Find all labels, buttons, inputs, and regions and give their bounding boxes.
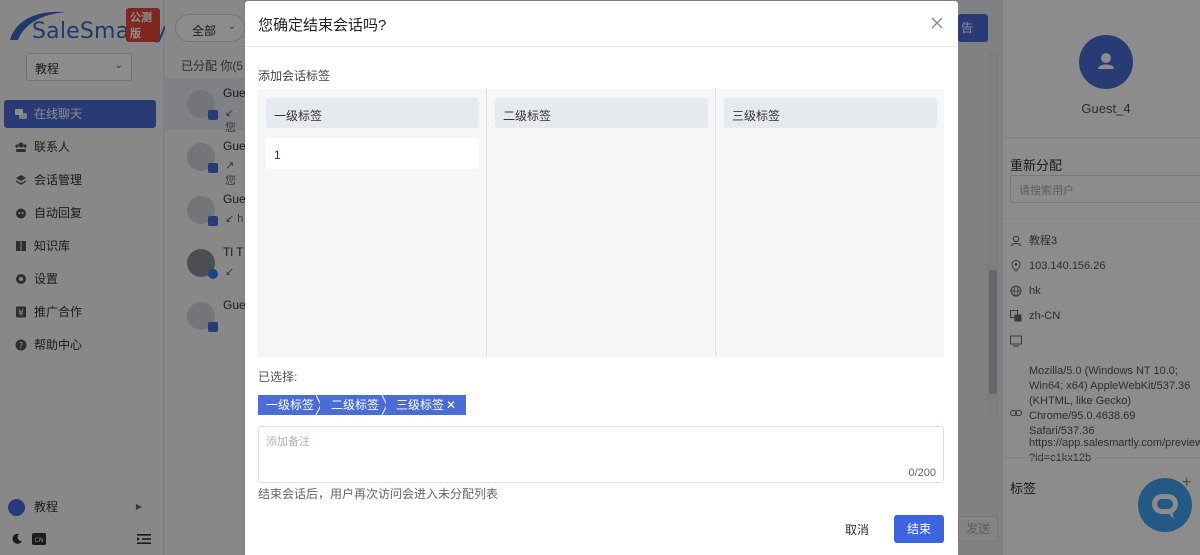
tag-column-level-2: 二级标签 [487, 89, 716, 357]
close-icon[interactable] [929, 15, 945, 31]
remove-tag-icon[interactable]: ✕ [446, 395, 456, 415]
note-textarea[interactable]: 添加备注 0/200 [258, 426, 944, 483]
dialog-header: 您确定结束会话吗? [245, 1, 958, 47]
tag-column-level-3: 三级标签 [716, 89, 944, 357]
tag-column-level-1: 一级标签 1 [258, 89, 487, 357]
selected-tag-level-3: 三级标签 ✕ [386, 395, 466, 415]
add-tag-section-label: 添加会话标签 [258, 69, 331, 83]
end-conversation-hint: 结束会话后，用户再次访问会进入未分配列表 [258, 487, 499, 501]
tag-option[interactable]: 1 [266, 138, 479, 169]
tag-cascader: 一级标签 1 二级标签 三级标签 [258, 89, 944, 357]
tag-column-header: 三级标签 [724, 98, 937, 128]
end-conversation-dialog: 您确定结束会话吗? 添加会话标签 一级标签 1 二级标签 三级标签 已选择: 一… [245, 1, 958, 555]
note-placeholder: 添加备注 [266, 436, 310, 448]
selected-tag-label: 三级标签 [396, 398, 445, 412]
dialog-title: 您确定结束会话吗? [258, 17, 387, 34]
cancel-button[interactable]: 取消 [845, 521, 869, 538]
end-conversation-button[interactable]: 结束 [894, 515, 944, 543]
selected-tag-level-2: 二级标签 [320, 395, 386, 415]
note-char-count: 0/200 [908, 467, 936, 479]
tag-column-header: 一级标签 [266, 98, 479, 128]
selected-tag-level-1: 一级标签 [258, 395, 320, 415]
tag-column-header: 二级标签 [495, 98, 708, 128]
selected-tags-label: 已选择: [258, 370, 298, 384]
